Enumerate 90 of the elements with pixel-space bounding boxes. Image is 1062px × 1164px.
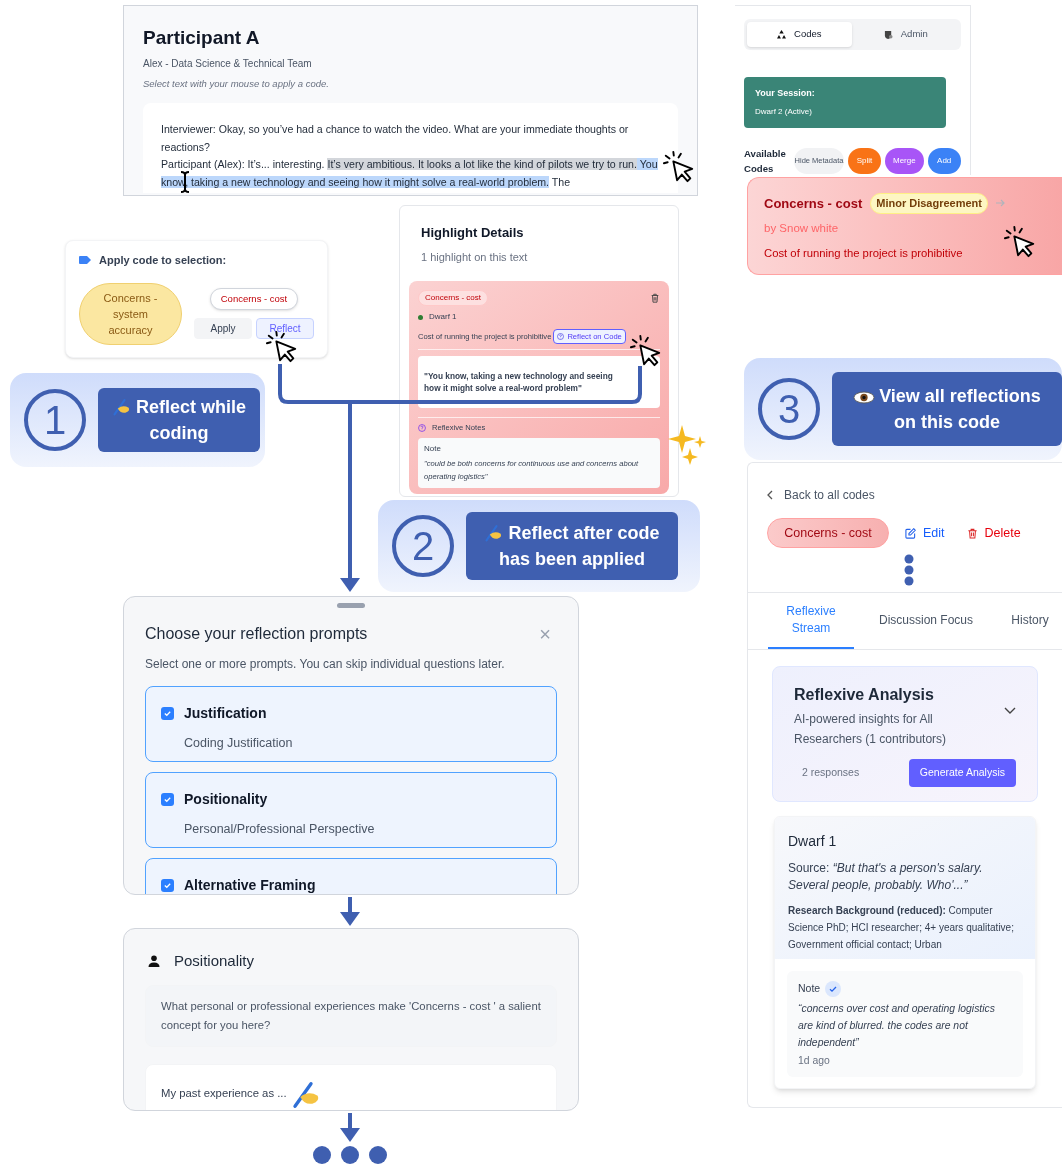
back-link[interactable]: Back to all codes (767, 486, 875, 504)
option-description: Personal/Professional Perspective (184, 821, 376, 838)
arrow-right-icon (996, 199, 1006, 208)
answer-field[interactable]: My past experience as ... (145, 1063, 557, 1110)
prompt-option[interactable]: Positionality Personal/Professional Perspective (145, 772, 557, 848)
eye-icon (853, 390, 876, 405)
prompt-option[interactable]: Alternative Framing (145, 858, 557, 894)
tag-icon (79, 256, 91, 265)
note-text: “concerns over cost and operating logistics are kind of blurred. the codes are not independent” (798, 1001, 996, 1050)
source-quote: Source: “But that's a person's salary. Several people, probably. Who'...” (788, 859, 984, 894)
checkbox[interactable] (161, 793, 174, 806)
reflection-author: Dwarf 1 (788, 831, 838, 851)
step-number: 3 (758, 378, 820, 440)
option-description: Coding Justification (184, 735, 294, 752)
person-icon (148, 955, 160, 968)
action-button[interactable]: Apply (194, 318, 252, 340)
chevron-left-icon (767, 490, 773, 500)
code-action-button[interactable]: Merge (885, 147, 924, 174)
tab[interactable]: Discussion Focus (854, 593, 998, 649)
note-label: Note (798, 980, 821, 996)
step-number: 1 (24, 389, 86, 451)
tab[interactable]: Reflexive Stream (768, 593, 854, 649)
help-icon (557, 333, 565, 341)
participant-subtitle: Alex - Data Science & Technical Team (143, 57, 313, 71)
panel-subtitle: 1 highlight on this text (420, 249, 529, 265)
code-chip[interactable]: Concerns - cost (209, 287, 299, 311)
step-label: Reflect while coding (106, 394, 252, 446)
step-number: 2 (392, 515, 454, 577)
session-value: Dwarf 2 (Active) (755, 105, 813, 118)
option-title: Alternative Framing (184, 876, 316, 894)
prompt-option[interactable]: Justification Coding Justification (145, 686, 557, 762)
help-icon (418, 424, 426, 433)
generate-analysis-button[interactable]: Generate Analysis (908, 759, 1016, 787)
tab[interactable]: Codes (747, 22, 852, 47)
edit-button[interactable]: Edit (905, 523, 945, 543)
edit-icon (905, 527, 916, 539)
check-icon (163, 795, 172, 804)
checkbox[interactable] (161, 879, 174, 892)
code-description: Cost of running the project is prohibitive (764, 245, 964, 261)
popup-title: Apply code to selection: (99, 253, 227, 268)
chevron-down-icon[interactable] (1004, 707, 1016, 715)
step-label: View all reflections on this code (840, 383, 1054, 435)
shapes-icon (777, 30, 786, 39)
code-title: Concerns - cost (764, 194, 863, 213)
code-pill: Concerns - cost (767, 518, 889, 548)
participant-title: Participant A (143, 26, 261, 50)
card-title: Reflexive Analysis (794, 685, 935, 705)
trash-icon (966, 527, 978, 539)
vertical-dots-icon (904, 554, 914, 586)
panel-title: Highlight Details (420, 224, 525, 242)
writing-hand-icon (112, 396, 132, 416)
code-card[interactable]: Concerns - cost Minor Disagreement by Snow white Cost of running the project is prohibitive (747, 177, 1062, 275)
transcript-text: Interviewer: Okay, so you’ve had a chance to watch the video. What are your immediate thoughts or reactions? (161, 122, 630, 155)
note-label: Note (424, 442, 442, 455)
check-icon (163, 881, 172, 890)
action-button[interactable]: Reflect (256, 318, 314, 340)
arrow-line (340, 897, 360, 926)
note-time: 1d ago (798, 1053, 831, 1068)
dialog-subtitle: Select one or more prompts. You can skip individual questions later. (145, 656, 506, 673)
code-author: by Snow white (764, 220, 840, 236)
option-title: Positionality (184, 790, 268, 809)
ellipsis-dots-icon (313, 1146, 387, 1164)
delete-button[interactable]: Delete (966, 523, 1021, 543)
tab[interactable]: Admin (853, 22, 958, 47)
arrow-line (340, 1113, 360, 1142)
check-icon (825, 980, 842, 997)
dialog-title: Choose your reflection prompts (145, 624, 368, 644)
tab[interactable]: History (998, 593, 1062, 649)
response-count: 2 responses (802, 765, 860, 780)
shield-icon (883, 30, 893, 39)
click-cursor-icon (1003, 225, 1037, 259)
quote-text: "You know, taking a new technology and seeing how it might solve a real-word problem" (418, 356, 660, 409)
sparkle-icon (668, 425, 706, 465)
option-title: Justification (184, 704, 267, 723)
prompt-title: Positionality (174, 951, 255, 971)
research-background: Research Background (reduced): Computer Science PhD; HCI researcher; 4+ years qualitative; Government official contact; Urban (788, 903, 1015, 952)
step-label: Reflect after code has been applied (474, 520, 670, 572)
checkbox[interactable] (161, 707, 174, 720)
session-title: Your Session: (755, 87, 816, 100)
card-subtitle: AI-powered insights for All Researchers (1 contributors) (794, 711, 948, 748)
drag-handle[interactable] (337, 603, 365, 608)
code-action-button[interactable]: Add (927, 147, 961, 174)
coder-name: Dwarf 1 (429, 311, 457, 323)
section-label: Available Codes (744, 146, 787, 176)
code-tag: Concerns - cost (418, 290, 489, 306)
instruction-text: Select text with your mouse to apply a code. (143, 77, 330, 91)
check-icon (163, 709, 172, 718)
trash-icon[interactable] (650, 293, 660, 303)
status-badge: Minor Disagreement (870, 193, 988, 214)
code-suggestion-chip[interactable]: Concerns - system accuracy (79, 282, 182, 345)
